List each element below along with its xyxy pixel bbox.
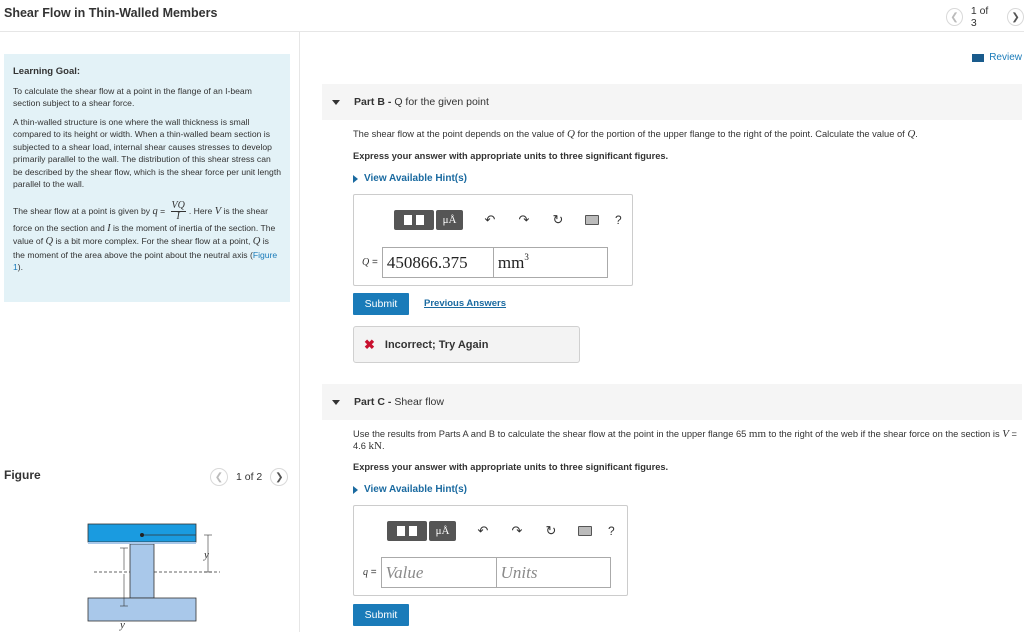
figure-pager-text: 1 of 2 <box>236 471 263 483</box>
learning-goal-title: Learning Goal: <box>13 66 81 77</box>
figure-y-label-left: y <box>119 619 125 631</box>
review-book-icon <box>972 53 985 62</box>
expand-triangle-icon <box>353 174 358 183</box>
part-c-header[interactable]: Part C - Shear flow <box>322 384 1022 420</box>
shear-flow-formula-text: The shear flow at a point is given by q … <box>13 199 278 272</box>
next-figure-button[interactable]: ❯ <box>270 468 289 486</box>
thin-walled-description: A thin-walled structure is one where the… <box>13 116 281 190</box>
part-c-units-input[interactable]: Units <box>496 557 611 588</box>
part-b-var-label: Q = <box>362 257 378 268</box>
header-bar: Shear Flow in Thin-Walled Members ❮ 1 of… <box>0 0 1024 32</box>
part-b-toolbar: μÅ ↶ ↷ ↻ ? <box>394 210 622 230</box>
part-c-field-row: q = Value Units <box>363 557 611 588</box>
collapse-triangle-icon <box>332 399 340 405</box>
part-c-hint-link[interactable]: View Available Hint(s) <box>353 484 467 495</box>
help-button[interactable]: ? <box>608 524 615 538</box>
problem-pager-text: 1 of 3 <box>970 5 989 29</box>
i-beam-figure: y y <box>87 523 220 631</box>
figure-label: Figure <box>4 468 41 482</box>
part-c-var-label: q = <box>363 567 377 578</box>
templates-button[interactable] <box>394 210 434 230</box>
part-b-submit-button[interactable]: Submit <box>353 293 409 315</box>
part-b-field-row: Q = 450866.375 mm 3 <box>362 247 608 278</box>
figure-y-label-right: y <box>203 549 209 561</box>
reset-icon[interactable]: ↻ <box>551 212 565 227</box>
prev-figure-button[interactable]: ❮ <box>210 468 228 486</box>
part-c-instruction: Express your answer with appropriate uni… <box>353 462 669 472</box>
part-b-value-input[interactable]: 450866.375 <box>381 247 494 278</box>
templates-button[interactable] <box>387 521 427 541</box>
redo-icon[interactable]: ↷ <box>510 523 524 538</box>
learning-goal-box: Learning Goal: To calculate the shear fl… <box>4 54 290 302</box>
part-b-units-input[interactable]: mm 3 <box>493 247 608 278</box>
collapse-triangle-icon <box>332 99 340 105</box>
incorrect-x-icon: ✖ <box>364 336 375 352</box>
next-problem-button[interactable]: ❯ <box>1007 8 1024 26</box>
figure-pager: ❮ 1 of 2 ❯ <box>210 468 289 486</box>
reset-icon[interactable]: ↻ <box>544 523 558 538</box>
part-c-submit-button[interactable]: Submit <box>353 604 409 626</box>
units-button[interactable]: μÅ <box>436 210 463 230</box>
redo-icon[interactable]: ↷ <box>517 212 531 227</box>
part-b-hint-link[interactable]: View Available Hint(s) <box>353 173 467 184</box>
prev-problem-button[interactable]: ❮ <box>946 8 963 26</box>
previous-answers-link[interactable]: Previous Answers <box>424 298 506 309</box>
keyboard-icon[interactable] <box>578 526 592 536</box>
undo-icon[interactable]: ↶ <box>476 523 490 538</box>
expand-triangle-icon <box>353 485 358 494</box>
part-c-toolbar: μÅ ↶ ↷ ↻ ? <box>387 521 615 541</box>
units-button[interactable]: μÅ <box>429 521 456 541</box>
page-title: Shear Flow in Thin-Walled Members <box>4 6 218 20</box>
review-link[interactable]: Review <box>972 52 1022 63</box>
keyboard-icon[interactable] <box>585 215 599 225</box>
learning-goal-text: To calculate the shear flow at a point i… <box>13 85 252 109</box>
part-c-answer-box: μÅ ↶ ↷ ↻ ? q = Value Units <box>353 505 628 596</box>
part-c-value-input[interactable]: Value <box>380 557 497 588</box>
problem-pager: ❮ 1 of 3 ❯ <box>946 5 1024 29</box>
right-panel: Review Part B - Q for the given point Th… <box>300 32 1024 632</box>
part-b-instruction: Express your answer with appropriate uni… <box>353 151 669 161</box>
part-b-question: The shear flow at the point depends on t… <box>353 128 918 140</box>
undo-icon[interactable]: ↶ <box>483 212 497 227</box>
part-b-answer-box: μÅ ↶ ↷ ↻ ? Q = 450866.375 mm 3 <box>353 194 633 286</box>
part-b-header[interactable]: Part B - Q for the given point <box>322 84 1022 120</box>
part-b-feedback: ✖ Incorrect; Try Again <box>353 326 580 363</box>
left-panel: Learning Goal: To calculate the shear fl… <box>0 32 300 632</box>
help-button[interactable]: ? <box>615 213 622 227</box>
part-c-question: Use the results from Parts A and B to ca… <box>353 428 1017 452</box>
formula-fraction: VQ I <box>170 199 186 222</box>
